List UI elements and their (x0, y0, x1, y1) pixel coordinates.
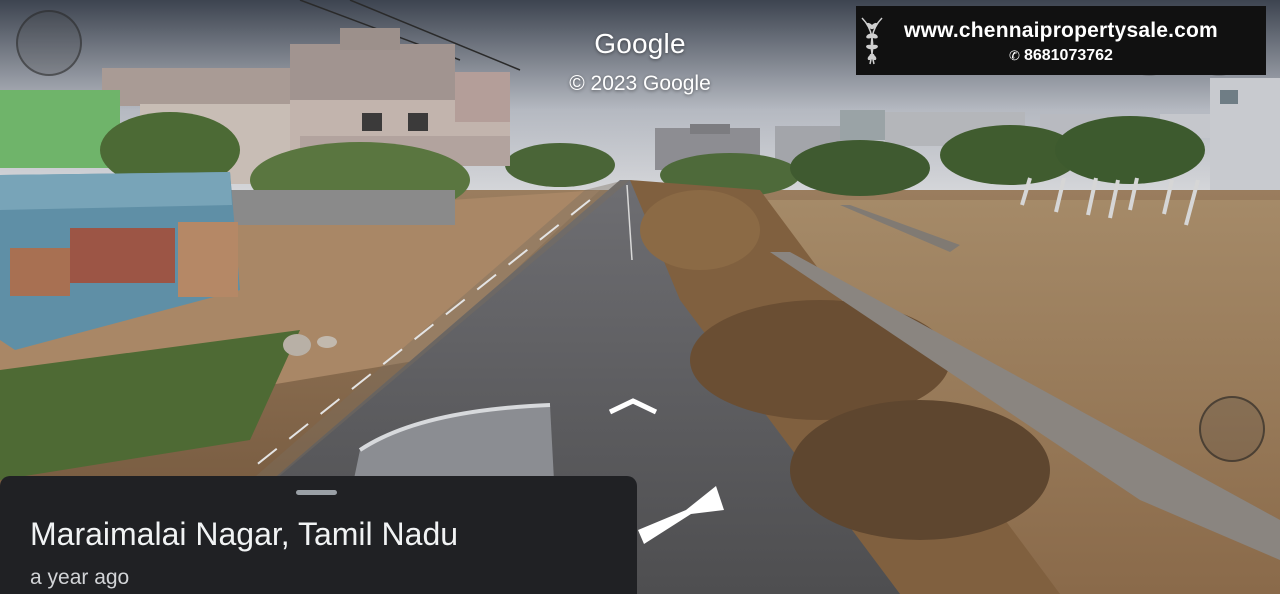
copyright-notice: © 2023 Google (569, 72, 711, 95)
watermark-banner: www.chennaipropertysale.com ✆ 8681073762 (856, 6, 1266, 75)
location-info-card[interactable]: Maraimalai Nagar, Tamil Nadu a year ago (0, 476, 637, 594)
phone-number-line: ✆ 8681073762 (856, 47, 1266, 65)
phone-icon: ✆ (1009, 48, 1020, 63)
google-logo: Google (594, 28, 686, 59)
laurel-right-icon (861, 17, 878, 65)
navigate-back-arrow-icon[interactable] (636, 482, 731, 554)
capture-date: a year ago (30, 566, 130, 589)
phone-number: 8681073762 (1023, 47, 1113, 64)
street-view-panorama[interactable]: Google © 2023 Google www.chennaiproperty… (0, 0, 1280, 594)
navigate-forward-arrow-icon[interactable] (608, 398, 658, 418)
drag-handle[interactable] (296, 490, 337, 495)
place-name: Maraimalai Nagar, Tamil Nadu (30, 516, 459, 552)
website-url: www.chennaipropertysale.com (904, 19, 1218, 42)
back-button[interactable] (16, 10, 82, 76)
imagery-attribution: Google © 2023 Google (520, 0, 760, 96)
compass-button[interactable] (1199, 396, 1265, 462)
